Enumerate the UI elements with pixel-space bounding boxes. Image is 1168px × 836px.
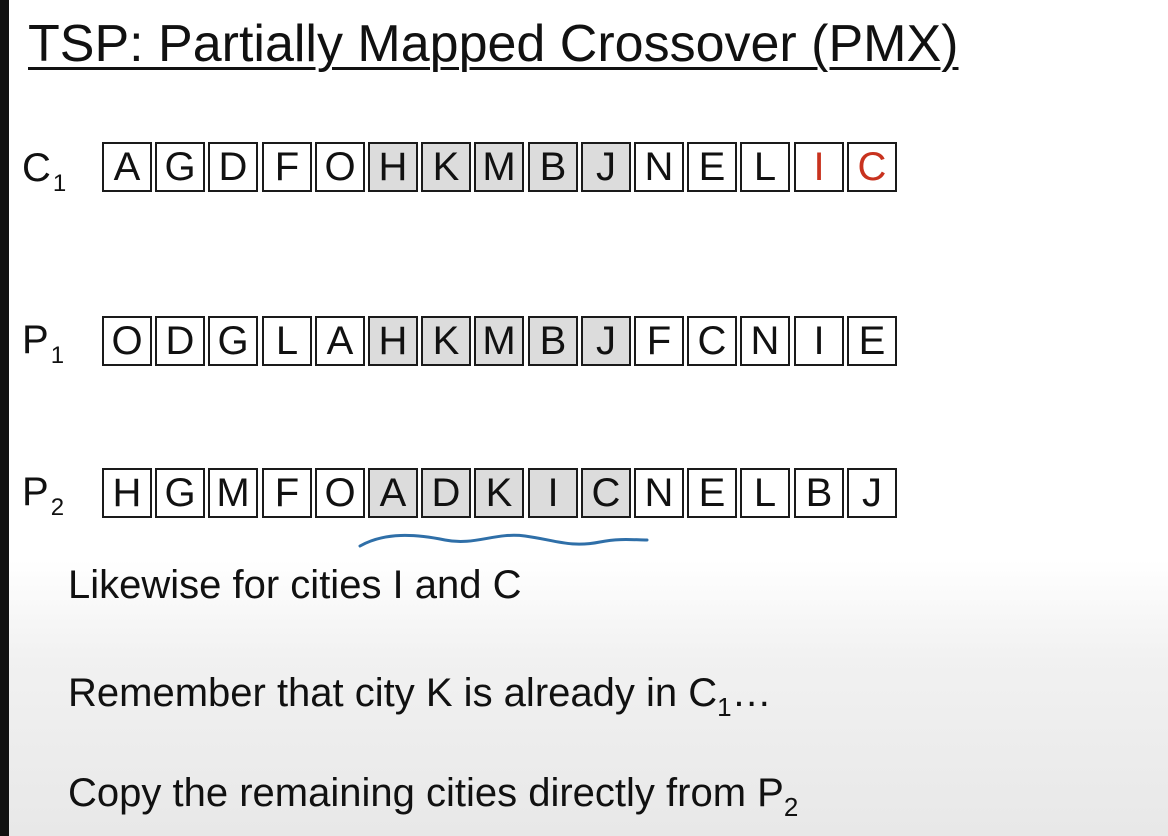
gene-cell: H [368, 142, 418, 192]
gene-cell: J [581, 316, 631, 366]
gene-cell: A [315, 316, 365, 366]
gene-cell: M [474, 142, 524, 192]
gene-cell: G [155, 468, 205, 518]
gene-cell: L [740, 142, 790, 192]
gene-cell: D [208, 142, 258, 192]
gene-cell: K [421, 316, 471, 366]
gene-cell: J [581, 142, 631, 192]
gene-cell: D [155, 316, 205, 366]
gene-cell: E [687, 142, 737, 192]
gene-cell: G [155, 142, 205, 192]
gene-cell: O [315, 142, 365, 192]
gene-cell: C [581, 468, 631, 518]
gene-cell: H [368, 316, 418, 366]
row-label-subscript: 1 [52, 170, 67, 197]
note-remember-text: Remember that city K is already in C [68, 671, 718, 715]
gene-cell: M [474, 316, 524, 366]
gene-cell: L [262, 316, 312, 366]
row-label-c1: C1 [22, 146, 67, 197]
gene-cell: A [368, 468, 418, 518]
gene-cell: K [421, 142, 471, 192]
slide-title: TSP: Partially Mapped Crossover (PMX) [28, 15, 959, 73]
gene-cell: O [315, 468, 365, 518]
gene-cell: F [262, 142, 312, 192]
gene-cell: F [634, 316, 684, 366]
note-remember-ellipsis: … [731, 671, 772, 715]
row-label-subscript: 2 [50, 494, 65, 521]
row-label-letter: P [22, 470, 49, 514]
note-remember: Remember that city K is already in C1… [68, 670, 772, 722]
gene-cell: I [794, 316, 844, 366]
gene-cell: G [208, 316, 258, 366]
note-copy: Copy the remaining cities directly from … [68, 770, 799, 822]
gene-cell: J [847, 468, 897, 518]
row-label-p1: P1 [22, 318, 65, 369]
gene-cell: M [208, 468, 258, 518]
note-likewise: Likewise for cities I and C [68, 563, 522, 607]
gene-cell: B [528, 142, 578, 192]
note-copy-subscript: 2 [783, 792, 799, 822]
gene-cell: B [528, 316, 578, 366]
gene-cell: E [687, 468, 737, 518]
gene-cell: A [102, 142, 152, 192]
gene-cell: C [687, 316, 737, 366]
gene-cell: C [847, 142, 897, 192]
gene-cell: D [421, 468, 471, 518]
gene-cell: B [794, 468, 844, 518]
handwritten-squiggle-annotation [358, 533, 649, 548]
gene-cell: I [528, 468, 578, 518]
gene-cell: O [102, 316, 152, 366]
gene-cell: H [102, 468, 152, 518]
gene-cell: N [740, 316, 790, 366]
gene-cell: I [794, 142, 844, 192]
gene-cell: N [634, 468, 684, 518]
row-label-subscript: 1 [50, 342, 65, 369]
row-label-letter: P [22, 318, 49, 362]
note-remember-subscript: 1 [717, 692, 732, 722]
gene-cell: K [474, 468, 524, 518]
note-copy-text: Copy the remaining cities directly from … [68, 771, 784, 815]
left-edge-bar [0, 0, 9, 836]
row-label-p2: P2 [22, 470, 65, 521]
gene-cell: L [740, 468, 790, 518]
gene-cell: F [262, 468, 312, 518]
row-label-letter: C [22, 146, 51, 190]
gene-cell: E [847, 316, 897, 366]
gene-cell: N [634, 142, 684, 192]
